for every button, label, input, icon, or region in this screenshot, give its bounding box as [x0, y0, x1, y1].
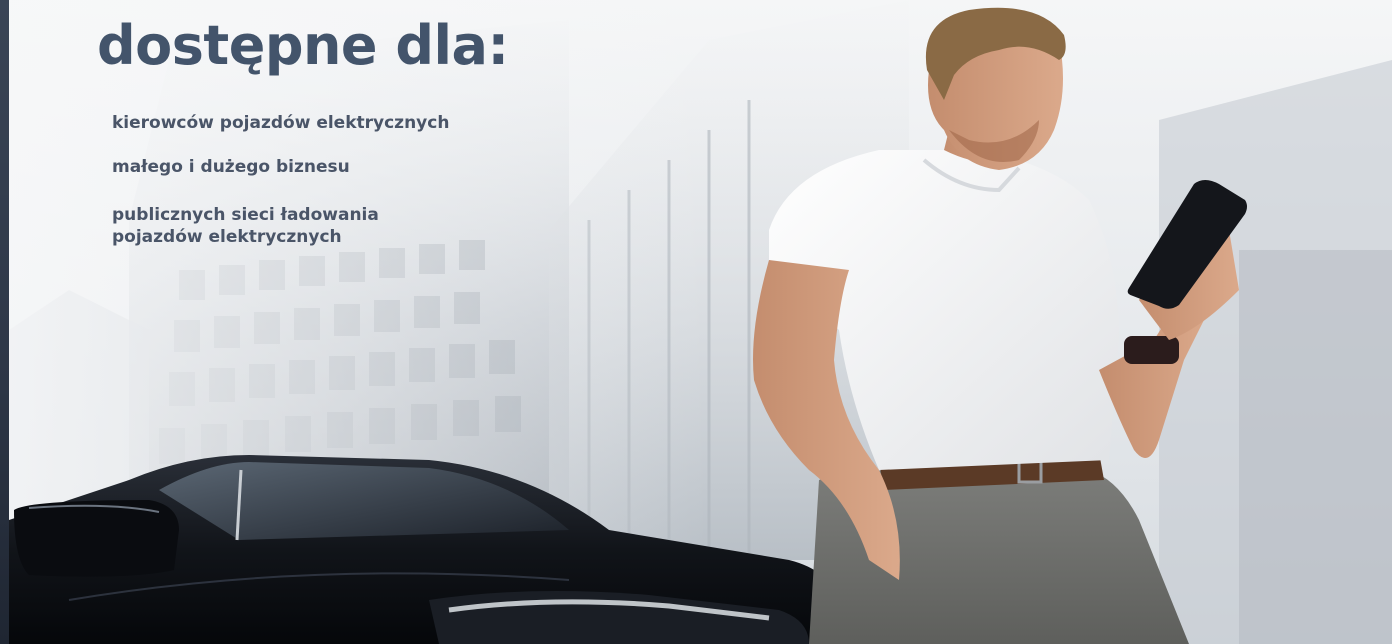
- audience-item-ev-drivers: kierowców pojazdów elektrycznych: [112, 112, 449, 134]
- audience-item-label: małego i dużego biznesu: [112, 157, 350, 177]
- audience-item-label-line-2: pojazdów elektrycznych: [112, 227, 342, 247]
- hero-heading: dostępne dla:: [97, 14, 509, 77]
- audience-item-business: małego i dużego biznesu: [112, 156, 449, 178]
- hero-photo: [9, 0, 1392, 644]
- audience-item-label-line-1: publicznych sieci ładowania: [112, 205, 379, 225]
- right-building: [1159, 60, 1392, 644]
- audience-list: kierowców pojazdów elektrycznych małego …: [112, 112, 449, 248]
- audience-item-public-networks: publicznych sieci ładowania pojazdów ele…: [112, 204, 449, 248]
- hero-section: dostępne dla: kierowców pojazdów elektry…: [0, 0, 1392, 644]
- page-edge-strip: [0, 0, 9, 644]
- audience-item-label: kierowców pojazdów elektrycznych: [112, 113, 450, 133]
